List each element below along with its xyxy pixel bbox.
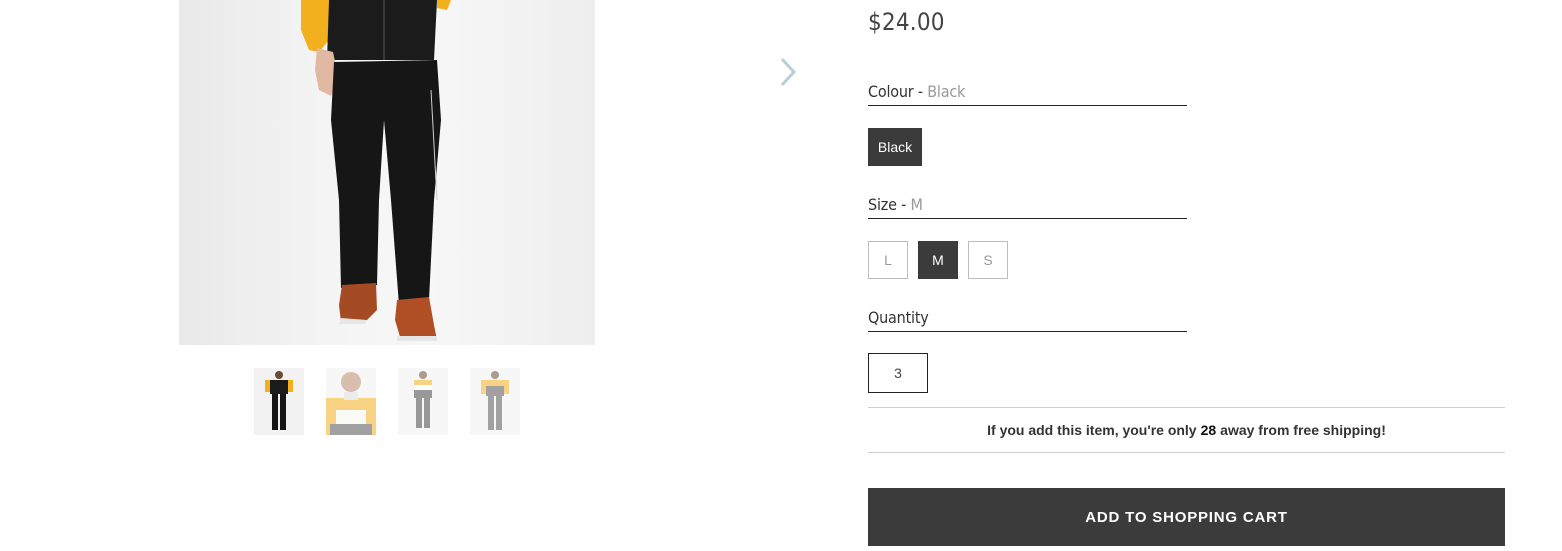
colour-selected-value: Black (927, 82, 966, 101)
add-to-cart-button[interactable]: ADD TO SHOPPING CART (868, 488, 1505, 546)
chevron-right-icon[interactable] (776, 56, 800, 88)
size-label: Size - M (868, 195, 1187, 219)
shipping-note-amount: 28 (1200, 422, 1217, 438)
size-option-l[interactable]: L (868, 241, 908, 279)
size-label-text: Size - (868, 195, 911, 214)
product-page: $24.00 Colour - Black Black Size - M L M… (0, 0, 1562, 551)
thumbnail-2[interactable] (326, 368, 376, 435)
size-selected-value: M (910, 195, 923, 214)
shipping-note-before: If you add this item, you're only (987, 422, 1197, 438)
model-figure (301, 0, 451, 341)
quantity-label-text: Quantity (868, 308, 929, 327)
colour-label-text: Colour - (868, 82, 928, 101)
thumbnail-4[interactable] (470, 368, 520, 435)
thumbnail-1[interactable] (254, 368, 304, 435)
shipping-note-after: away from free shipping! (1220, 422, 1386, 438)
quantity-input[interactable] (868, 353, 928, 393)
colour-label: Colour - Black (868, 82, 1187, 106)
size-option-m[interactable]: M (918, 241, 958, 279)
thumbnail-3[interactable] (398, 368, 448, 435)
size-option-s[interactable]: S (968, 241, 1008, 279)
product-main-image[interactable] (179, 0, 595, 345)
quantity-label: Quantity (868, 308, 1187, 332)
product-price: $24.00 (868, 8, 945, 36)
free-shipping-note: If you add this item, you're only 28 awa… (868, 407, 1505, 453)
colour-swatch-black[interactable]: Black (868, 128, 922, 166)
